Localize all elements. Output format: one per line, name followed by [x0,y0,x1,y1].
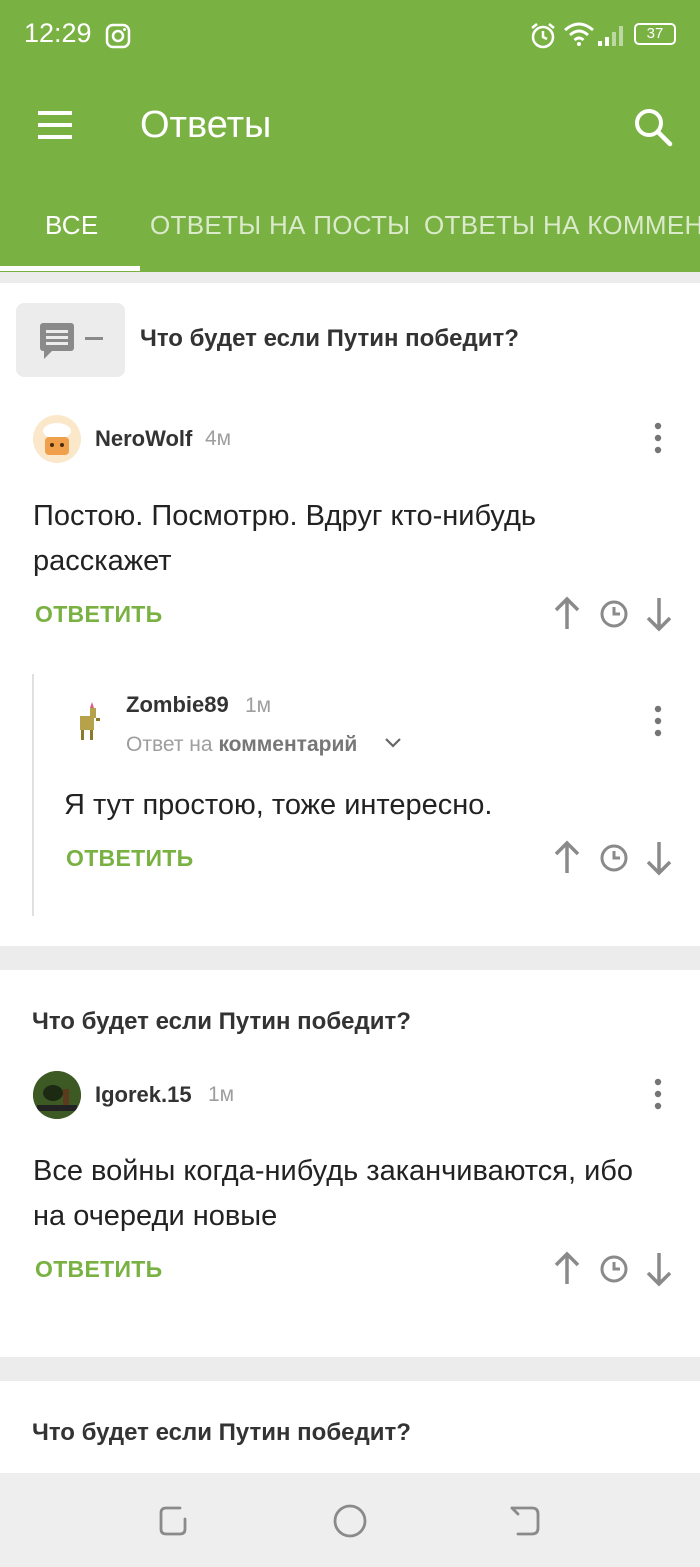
thread-line [32,674,34,916]
comment-text: Я тут простою, тоже интересно. [64,789,493,821]
wifi-icon [564,22,594,46]
hamburger-menu-icon[interactable] [36,108,76,142]
reply-to-target: комментарий [218,733,358,756]
arrow-down-icon[interactable] [645,840,673,876]
tab-post-replies[interactable]: ОТВЕТЫ НА ПОСТЫ [150,210,410,241]
alarm-icon [531,23,555,49]
app-bar: 12:29 37 Ответы ВСЕ ОТВЕТЫ НА ПОСТЫ ОТВЕ… [0,0,700,272]
home-icon[interactable] [332,1503,368,1539]
back-icon[interactable] [508,1505,542,1537]
status-time: 12:29 [24,18,92,48]
recent-apps-icon[interactable] [158,1505,192,1537]
instagram-icon [105,23,131,49]
post-thumbnail[interactable] [16,303,125,377]
tab-all[interactable]: ВСЕ [45,210,99,241]
status-bar: 12:29 37 [0,0,700,72]
reply-to-prefix: Ответ на [126,733,213,756]
avatar[interactable] [65,700,111,746]
comment-time: 4м [205,427,232,450]
comment-time: 1м [245,694,272,717]
username[interactable]: Zombie89 [126,692,229,718]
reply-button[interactable]: ОТВЕТИТЬ [66,845,193,872]
comment-time: 1м [208,1083,235,1106]
post-title[interactable]: Что будет если Путин победит? [32,1419,411,1447]
system-nav-bar [0,1473,700,1567]
avatar-image [43,423,71,455]
more-vert-icon[interactable] [648,1076,668,1112]
avatar-image [80,702,100,740]
avatar[interactable] [33,415,81,463]
arrow-up-icon[interactable] [553,596,581,632]
more-vert-icon[interactable] [648,703,668,739]
tab-comment-replies[interactable]: ОТВЕТЫ НА КОММЕН [424,210,700,241]
comment-text: Постою. Посмотрю. Вдруг кто-нибудь расск… [33,500,536,577]
avatar[interactable] [33,1071,81,1119]
arrow-down-icon[interactable] [645,596,673,632]
signal-icon [598,26,623,46]
chevron-down-icon[interactable] [384,736,402,750]
clock-icon[interactable] [599,843,629,873]
reply-button[interactable]: ОТВЕТИТЬ [35,1256,162,1283]
reply-button[interactable]: ОТВЕТИТЬ [35,601,162,628]
post-title[interactable]: Что будет если Путин победит? [140,325,519,353]
reply-to-label[interactable]: Ответ на комментарий [126,733,357,757]
arrow-up-icon[interactable] [553,840,581,876]
username[interactable]: Igorek.15 [95,1082,192,1108]
clock-icon[interactable] [599,1254,629,1284]
comment-icon [40,323,103,359]
page-title: Ответы [140,104,272,146]
avatar-image [33,1071,81,1119]
username[interactable]: NeroWolf [95,426,192,452]
comment-text: Все войны когда-нибудь заканчиваются, иб… [33,1155,634,1232]
arrow-up-icon[interactable] [553,1251,581,1287]
battery-icon: 37 [634,23,676,45]
arrow-down-icon[interactable] [645,1251,673,1287]
clock-icon[interactable] [599,599,629,629]
search-icon[interactable] [630,104,676,150]
tab-indicator [0,266,140,271]
post-title[interactable]: Что будет если Путин победит? [32,1008,411,1036]
more-vert-icon[interactable] [648,420,668,456]
